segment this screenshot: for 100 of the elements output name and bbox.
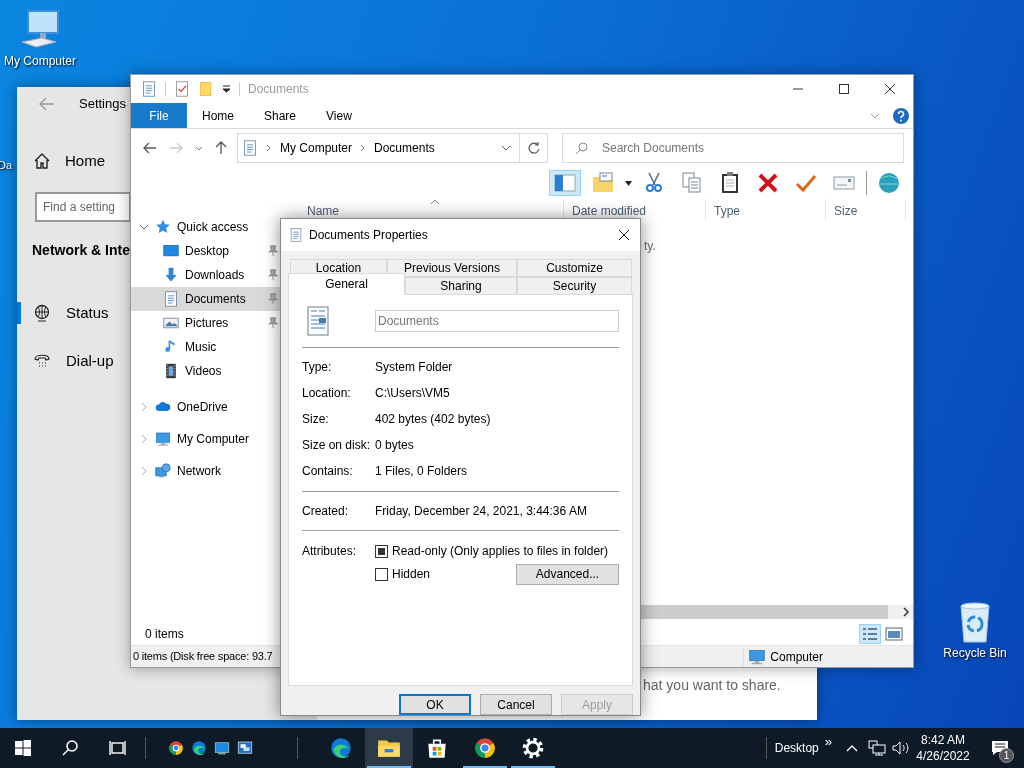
- computer-icon: [155, 431, 171, 447]
- checkbox-label: Read-only (Only applies to files in folder): [392, 543, 609, 560]
- pin-icon[interactable]: [267, 316, 279, 330]
- breadcrumb-item[interactable]: Documents: [374, 139, 435, 157]
- back-arrow-icon[interactable]: [143, 142, 157, 154]
- search-icon: [575, 142, 588, 155]
- status-text: 0 items (Disk free space: 93.7: [132, 649, 273, 665]
- chrome-icon[interactable]: [472, 735, 498, 761]
- chevron-right-icon: [266, 144, 272, 152]
- shell-icon[interactable]: [877, 171, 901, 195]
- chevron-down-icon[interactable]: [195, 145, 203, 151]
- running-indicator: [511, 766, 555, 768]
- field-value: System Folder: [375, 359, 453, 376]
- phone-icon: [33, 352, 51, 370]
- field-label: Location:: [302, 385, 352, 402]
- pane-icon: [553, 172, 577, 194]
- address-bar[interactable]: My Computer Documents: [237, 133, 548, 163]
- section-heading: Network & Inte: [32, 241, 130, 260]
- checklist-icon[interactable]: [174, 80, 190, 98]
- field-label: Size on disk:: [302, 437, 372, 454]
- document-icon: [163, 291, 179, 307]
- document-icon: [289, 227, 303, 243]
- date-text: 4/26/2022: [916, 748, 970, 764]
- up-arrow-icon[interactable]: [215, 141, 227, 155]
- close-icon: [884, 84, 896, 94]
- toolbar-label[interactable]: Desktop: [774, 739, 819, 757]
- checkbox[interactable]: [375, 567, 388, 581]
- column-header[interactable]: Type: [706, 199, 826, 221]
- dialog-tab[interactable]: Customize: [517, 259, 632, 277]
- checkbox[interactable]: [375, 544, 388, 558]
- star-icon: [155, 219, 171, 235]
- pin-icon[interactable]: [267, 244, 279, 258]
- desktop-icon-label[interactable]: My Computer: [4, 52, 76, 70]
- pin-icon[interactable]: [267, 268, 279, 282]
- field-label: Size:: [302, 411, 330, 428]
- help-icon[interactable]: [892, 106, 910, 125]
- home-nav-item[interactable]: Home: [17, 141, 105, 181]
- remote-desktop-icon[interactable]: [235, 739, 254, 757]
- thumbnails-view-button[interactable]: [883, 624, 905, 644]
- dialog-tab[interactable]: Previous Versions: [387, 259, 517, 277]
- cancel-button[interactable]: Cancel: [480, 694, 552, 715]
- name-field[interactable]: Documents: [375, 310, 619, 332]
- search-field[interactable]: Find a setting: [35, 192, 131, 222]
- details-view-button[interactable]: [859, 624, 881, 644]
- running-indicator: [463, 766, 507, 768]
- details-icon: [861, 626, 879, 642]
- notification-badge: 1: [999, 748, 1014, 763]
- checkbox-label: Hidden: [392, 566, 431, 583]
- clock[interactable]: 8:42 AM 4/26/2022: [916, 732, 970, 764]
- ribbon-tab[interactable]: Share: [249, 103, 312, 128]
- computer-icon: [748, 648, 767, 665]
- dialog-tab[interactable]: Sharing: [405, 277, 517, 295]
- field-value: 1 Files, 0 Folders: [375, 463, 468, 480]
- selection-indicator: [17, 302, 21, 324]
- field-value: Friday, December 24, 2021, 3:44:36 AM: [375, 503, 587, 520]
- gear-icon[interactable]: [520, 735, 546, 761]
- field-label: Contains:: [302, 463, 354, 480]
- advanced-button[interactable]: Advanced...: [516, 563, 619, 585]
- breadcrumb-item[interactable]: My Computer: [280, 139, 353, 157]
- globe-icon: [33, 304, 51, 322]
- ribbon-tab[interactable]: View: [311, 103, 367, 128]
- network-icon: [155, 463, 171, 479]
- chevron-right-icon[interactable]: [902, 607, 910, 617]
- dialog-tab[interactable]: General: [288, 273, 405, 295]
- overflow-chevron[interactable]: »: [824, 732, 832, 752]
- ok-button[interactable]: OK: [399, 694, 471, 715]
- settings-nav-item[interactable]: Dial-up: [17, 341, 114, 381]
- edge-icon[interactable]: [328, 735, 354, 761]
- task-view-icon[interactable]: [109, 740, 127, 756]
- start-icon[interactable]: [15, 740, 31, 756]
- delete-icon[interactable]: [756, 171, 780, 195]
- chevron-down-icon[interactable]: [139, 222, 149, 232]
- network-icon[interactable]: [868, 740, 886, 756]
- chevron-down-icon[interactable]: [501, 145, 511, 151]
- download-icon: [163, 267, 179, 283]
- settings-nav-item[interactable]: Status: [17, 293, 109, 333]
- edge-icon[interactable]: [189, 739, 208, 757]
- running-indicator: [367, 766, 411, 768]
- chrome-icon[interactable]: [166, 739, 185, 757]
- close-icon: [618, 229, 630, 241]
- field-value: C:\Users\VM5: [375, 385, 450, 402]
- ribbon-tab[interactable]: Home: [187, 103, 249, 128]
- document-icon: [306, 306, 330, 336]
- desktop-icon[interactable]: [212, 739, 231, 757]
- window-title: Settings: [79, 95, 126, 114]
- field-label: Created:: [302, 503, 350, 520]
- search-icon[interactable]: [62, 740, 78, 756]
- picture-icon: [163, 315, 179, 331]
- desktop-icon-label[interactable]: Recycle Bin: [943, 644, 1007, 662]
- caret-icon[interactable]: [625, 180, 632, 186]
- caret-icon[interactable]: [222, 85, 231, 93]
- column-header[interactable]: Size: [826, 199, 906, 221]
- notification-button[interactable]: 1: [976, 728, 1024, 768]
- preview-pane-button[interactable]: [549, 170, 581, 196]
- zone-label: Computer: [770, 648, 823, 666]
- chevron-up-icon[interactable]: [846, 744, 858, 752]
- dialog-tab[interactable]: Security: [517, 277, 632, 295]
- picture-icon: [885, 626, 903, 642]
- film-icon: [163, 363, 179, 379]
- volume-icon[interactable]: [892, 740, 910, 756]
